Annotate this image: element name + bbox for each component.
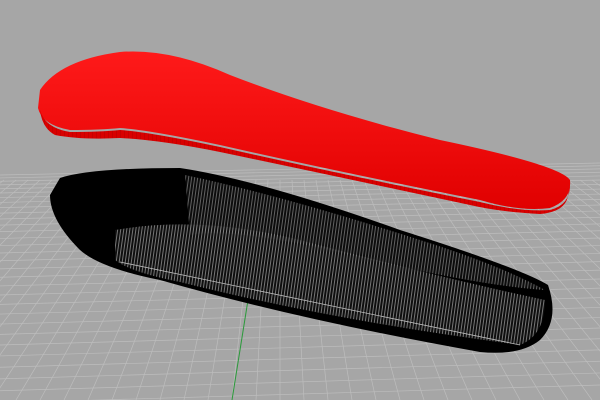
3d-viewport[interactable]: (function(){ var g=document.getElementBy… xyxy=(0,0,600,400)
